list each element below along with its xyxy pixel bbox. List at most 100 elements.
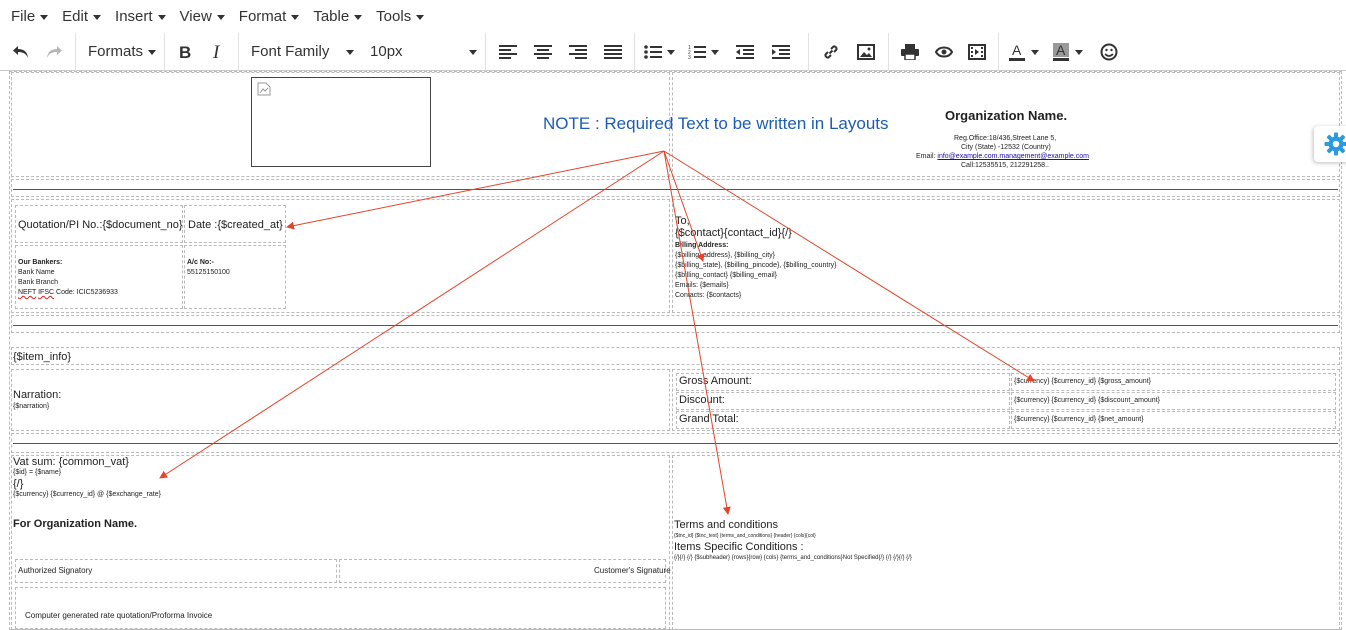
- chevron-down-icon[interactable]: [711, 49, 719, 55]
- chevron-down-icon: [40, 14, 49, 20]
- broken-image-icon: [257, 82, 271, 96]
- editor-content[interactable]: NOTE : Required Text to be written in La…: [0, 71, 1346, 630]
- quotation-no: Quotation/PI No.:{$document_no}: [18, 219, 183, 231]
- discount-label-cell: [676, 392, 1010, 410]
- logo-placeholder[interactable]: [251, 77, 431, 167]
- account-cell: [184, 245, 286, 309]
- print-icon: [900, 43, 919, 60]
- preview-icon: [934, 46, 953, 57]
- formats-label: Formats: [88, 43, 144, 60]
- items-specific-line: {/}{/} {/} {$subheader} {rows}{row} {col…: [674, 555, 912, 561]
- preview-button[interactable]: [927, 37, 961, 67]
- svg-text:B: B: [179, 44, 191, 60]
- org-email-link[interactable]: info@example.com.management@example.com: [937, 153, 1089, 160]
- bold-icon: B: [179, 44, 191, 60]
- numbered-list-button[interactable]: 123: [683, 37, 711, 67]
- view-group: [889, 32, 999, 71]
- background-color-split: A: [1047, 37, 1091, 67]
- org-email-label: Email:: [916, 153, 938, 160]
- italic-button[interactable]: I: [202, 37, 235, 67]
- undo-button[interactable]: [4, 37, 38, 67]
- chevron-down-icon: [416, 14, 425, 20]
- print-button[interactable]: [893, 37, 927, 67]
- media-icon: [968, 43, 987, 60]
- align-right-button[interactable]: [560, 37, 595, 67]
- bankers-cell: [15, 245, 183, 309]
- menu-insert-label: Insert: [115, 8, 153, 25]
- menu-file[interactable]: File: [4, 0, 55, 33]
- bold-button[interactable]: B: [169, 37, 202, 67]
- footer-cell: [15, 587, 666, 629]
- media-button[interactable]: [960, 37, 994, 67]
- align-justify-button[interactable]: [595, 37, 630, 67]
- emoticons-icon: [1100, 43, 1118, 60]
- list-group: 123: [635, 32, 809, 71]
- billing-line1: {$billing_address}, {$billing_city}: [675, 252, 776, 259]
- link-button[interactable]: [813, 37, 849, 67]
- account-number: 55125150100: [187, 269, 230, 276]
- chevron-down-icon: [216, 14, 225, 20]
- font-group: Font Family 10px: [239, 32, 486, 71]
- grand-total-value: {$currency} {$currency_id} {$net_amount}: [1014, 416, 1144, 423]
- vat-close: {/}: [13, 478, 24, 490]
- indent-button[interactable]: [763, 37, 799, 67]
- align-left-icon: [498, 44, 517, 59]
- text-color-icon: A: [1009, 43, 1025, 61]
- font-family-label: Font Family: [251, 43, 330, 60]
- chevron-down-icon[interactable]: [1031, 49, 1039, 55]
- footer-note: Computer generated rate quotation/Profor…: [25, 611, 213, 620]
- align-center-button[interactable]: [525, 37, 560, 67]
- redo-button[interactable]: [38, 37, 72, 67]
- divider-line-3: [13, 443, 1338, 444]
- svg-text:I: I: [212, 44, 221, 60]
- text-color-split: A: [1003, 37, 1047, 67]
- font-family-dropdown[interactable]: Font Family: [251, 37, 360, 67]
- chevron-down-icon[interactable]: [1075, 49, 1083, 55]
- indent-icon: [772, 44, 790, 59]
- bullet-list-button[interactable]: [639, 37, 667, 67]
- chevron-down-icon: [354, 14, 363, 20]
- settings-tab[interactable]: [1314, 126, 1346, 162]
- menubar: File Edit Insert View Format Table Tools: [0, 0, 1346, 33]
- bank-branch: Bank Branch: [18, 279, 59, 286]
- text-color-button[interactable]: A: [1003, 37, 1031, 67]
- menu-tools[interactable]: Tools: [369, 0, 431, 33]
- menu-edit[interactable]: Edit: [55, 0, 108, 33]
- bullet-list-icon: [644, 44, 662, 59]
- layout-note: NOTE : Required Text to be written in La…: [543, 114, 889, 133]
- menu-insert[interactable]: Insert: [108, 0, 173, 33]
- align-right-icon: [568, 44, 587, 59]
- menu-table[interactable]: Table: [306, 0, 369, 33]
- menu-tools-label: Tools: [376, 8, 412, 25]
- toolbar: Formats B I Font Family 10px 1 2 3 A A: [0, 32, 1346, 71]
- editor-app: File Edit Insert View Format Table Tools…: [0, 0, 1346, 630]
- formats-dropdown[interactable]: Formats: [88, 37, 157, 67]
- bank-ifsc: NEFT IFSC Code: ICIC5236933: [18, 289, 118, 296]
- menu-format-label: Format: [238, 8, 287, 25]
- background-color-button[interactable]: A: [1047, 37, 1075, 67]
- font-size-dropdown[interactable]: 10px: [370, 37, 481, 67]
- outdent-button[interactable]: [727, 37, 763, 67]
- menu-table-label: Table: [313, 8, 350, 25]
- narration-cell: [11, 369, 670, 431]
- ifsc-text: IFSC: [38, 289, 55, 296]
- chevron-down-icon[interactable]: [667, 49, 675, 55]
- font-size-label: 10px: [370, 43, 403, 60]
- image-button[interactable]: [849, 37, 885, 67]
- numbered-list-icon: 123: [688, 45, 706, 59]
- background-color-icon: A: [1053, 42, 1069, 61]
- billing-heading: Billing Address:: [675, 242, 729, 249]
- gross-amount-value: {$currency} {$currency_id} {$gross_amoun…: [1014, 378, 1151, 385]
- authorized-signatory: Authorized Signatory: [18, 566, 93, 575]
- divider-line-2: [13, 325, 1338, 326]
- menu-format[interactable]: Format: [232, 0, 307, 33]
- menu-view[interactable]: View: [173, 0, 232, 33]
- contacts-line: Contacts: {$contacts}: [675, 292, 742, 299]
- insert-group: [809, 32, 889, 71]
- align-left-button[interactable]: [490, 37, 525, 67]
- italic-icon: I: [212, 44, 221, 60]
- emoticons-button[interactable]: [1091, 37, 1127, 67]
- account-label: A/c No:-: [187, 259, 214, 266]
- formats-group: Formats: [76, 32, 165, 71]
- for-org: For Organization Name.: [13, 518, 138, 530]
